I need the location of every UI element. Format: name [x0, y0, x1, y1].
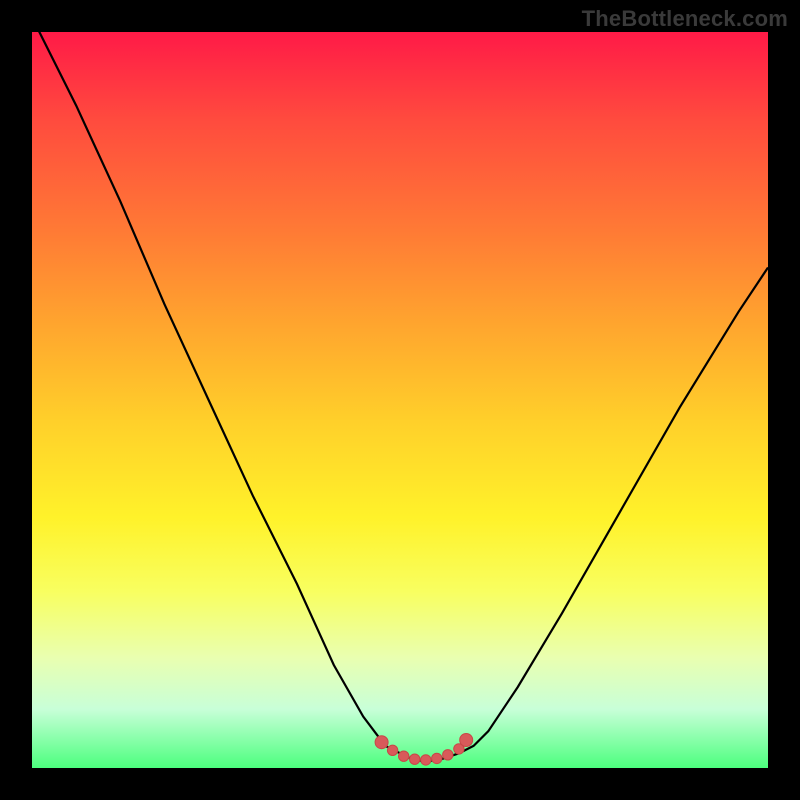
- optimal-marker: [375, 736, 388, 749]
- optimal-marker: [460, 734, 473, 747]
- chart-frame: TheBottleneck.com: [0, 0, 800, 800]
- optimal-marker: [410, 754, 420, 764]
- optimal-marker: [387, 745, 397, 755]
- optimal-marker: [399, 751, 409, 761]
- optimal-marker: [443, 750, 453, 760]
- bottleneck-curve: [32, 32, 768, 761]
- optimal-marker: [432, 753, 442, 763]
- plot-area: [32, 32, 768, 768]
- optimal-band-markers: [375, 734, 473, 766]
- curve-layer: [32, 32, 768, 768]
- watermark-text: TheBottleneck.com: [582, 6, 788, 32]
- optimal-marker: [421, 755, 431, 765]
